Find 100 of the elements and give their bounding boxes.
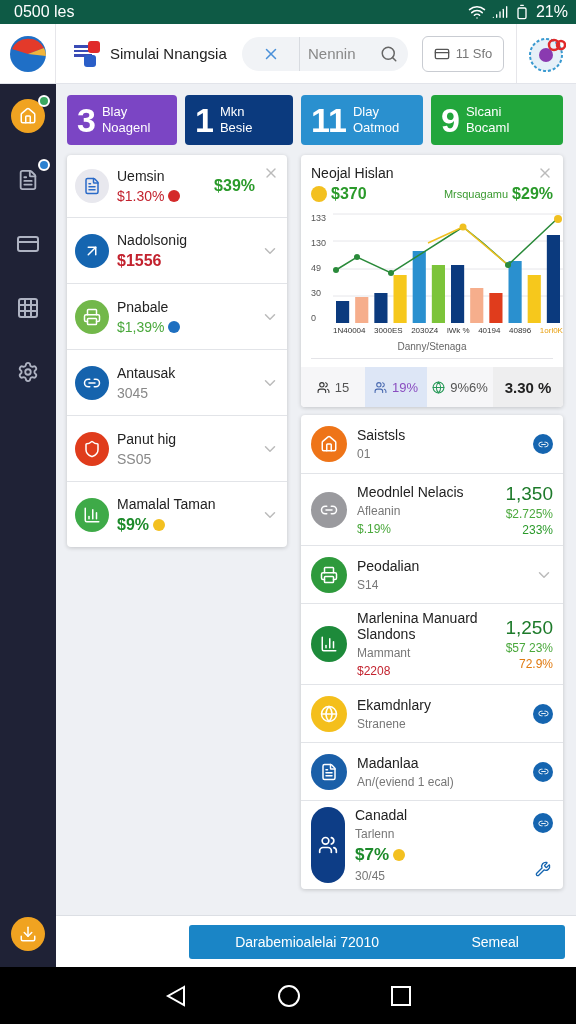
item-name: Ekamdnlary [357, 696, 432, 713]
axis-label: 40194 [478, 326, 501, 335]
item-detail: $.19% [357, 521, 393, 536]
link-badge[interactable] [533, 813, 553, 833]
data-point [554, 215, 562, 223]
people-icon [316, 380, 330, 394]
item-value: $1,39% [117, 318, 165, 335]
chart-amount: $370 [331, 185, 367, 203]
item-change: 72.9% [518, 657, 553, 671]
coin-icon [393, 849, 406, 861]
home-icon [19, 107, 37, 125]
coin-icon [311, 186, 327, 202]
item-detail: An/(eviend 1 ecal) [357, 774, 455, 789]
item-name: Peodalian [357, 557, 421, 574]
item-amount: 1,250 [505, 617, 553, 639]
axis-label: 40896 [509, 326, 532, 335]
axis-label: lWk % [446, 326, 470, 335]
link-badge[interactable] [533, 761, 553, 782]
item-name: Panut hig [117, 430, 178, 447]
chart-bar [374, 293, 388, 323]
axis-tick: 49 [311, 263, 322, 273]
chart-bar [508, 261, 522, 323]
item-amount: 1,350 [505, 482, 553, 505]
link-badge[interactable] [533, 434, 553, 454]
wifi-icon [467, 3, 486, 21]
download-button[interactable] [11, 917, 45, 951]
item-detail: 01 [357, 447, 372, 461]
counter-button[interactable]: 11 Sfo [422, 35, 504, 72]
wrench-icon [535, 861, 551, 877]
item-name: Meodnlel Nelacis [357, 483, 465, 500]
download-icon [19, 925, 37, 943]
item-name: Marlenina Manuard Slandons [357, 610, 479, 642]
item-value: $9% [117, 515, 150, 534]
item-value: SS05 [117, 450, 152, 467]
item-change: 233% [522, 522, 553, 537]
axis-tick: 0 [311, 313, 317, 323]
axis-tick: 30 [311, 288, 322, 298]
chart-title: Neojal Hislan [311, 165, 394, 181]
item-value: $7% [355, 845, 390, 865]
item-name: Uemsin [117, 168, 166, 184]
globe-icon [432, 380, 446, 394]
item-detail: Tarlenn [355, 827, 396, 841]
home-button[interactable] [11, 99, 45, 133]
chart-bar [336, 301, 350, 323]
data-point [459, 223, 467, 231]
search-box[interactable]: Nennin [242, 36, 408, 71]
chart-bar [451, 265, 465, 323]
data-point [354, 254, 360, 260]
search-icon [380, 44, 398, 63]
stat-tab[interactable]: 3.30 % [493, 367, 563, 407]
notification-dot [38, 95, 50, 107]
recents-icon[interactable] [389, 984, 412, 1007]
chart-bar [393, 275, 407, 323]
item-name: Canadal [355, 807, 409, 823]
home-button-icon[interactable] [277, 983, 301, 1008]
chart-bar [470, 288, 484, 323]
data-point [505, 262, 511, 268]
item-detail: Mammant [357, 646, 412, 660]
stat-tab[interactable]: 9%6% [427, 367, 493, 407]
item-value: $1.30% [117, 188, 165, 204]
grid-icon [16, 296, 40, 320]
chart-change: $29% [512, 185, 553, 203]
item-detail: $2208 [357, 664, 392, 678]
item-change: $57 23% [505, 641, 553, 655]
axis-title: Danny/Stenaga [311, 341, 553, 359]
chart-bar [431, 265, 445, 323]
search-field[interactable]: Nennin [300, 44, 380, 63]
link-badge[interactable] [533, 703, 553, 724]
item-change: $39% [214, 177, 255, 195]
data-point [388, 270, 394, 276]
logo-icon[interactable] [7, 33, 48, 74]
chart-bar [412, 251, 426, 323]
chart-caption: Mrsquagamu [443, 188, 509, 200]
axis-tick: 133 [311, 213, 328, 223]
primary-action[interactable]: Darabemioalelai 72010 [235, 933, 380, 950]
item-name: Saistsls [357, 427, 407, 443]
axis-label: 2030Z4 [411, 326, 439, 335]
status-time: 0500 les [14, 3, 75, 21]
item-name: Madanlaa [357, 754, 420, 771]
item-value: $1556 [117, 251, 162, 270]
axis-tick: 130 [311, 238, 328, 248]
battery-level: 21% [535, 3, 568, 21]
item-change: $2.725% [505, 506, 553, 521]
notification-dot [38, 159, 50, 171]
axis-label: 1orl0K [539, 326, 563, 335]
stat-tab[interactable]: 15 [301, 367, 365, 407]
chart-bar [489, 293, 503, 323]
data-point [333, 267, 339, 273]
item-detail: Afleanin [357, 503, 402, 518]
item-name: Pnabale [117, 298, 170, 315]
chart-bar [355, 297, 369, 323]
stat-tab[interactable]: 19% [365, 367, 427, 407]
axis-label: 3000ES [374, 326, 403, 335]
signal-icon [491, 4, 508, 20]
axis-label: 1N40004 [333, 326, 366, 335]
app-title: Simulai Nnangsia [110, 45, 227, 62]
chart-bar [527, 275, 541, 323]
secondary-action[interactable]: Semeal [471, 933, 519, 950]
note-icon [17, 169, 39, 191]
flag-icon [74, 40, 102, 67]
